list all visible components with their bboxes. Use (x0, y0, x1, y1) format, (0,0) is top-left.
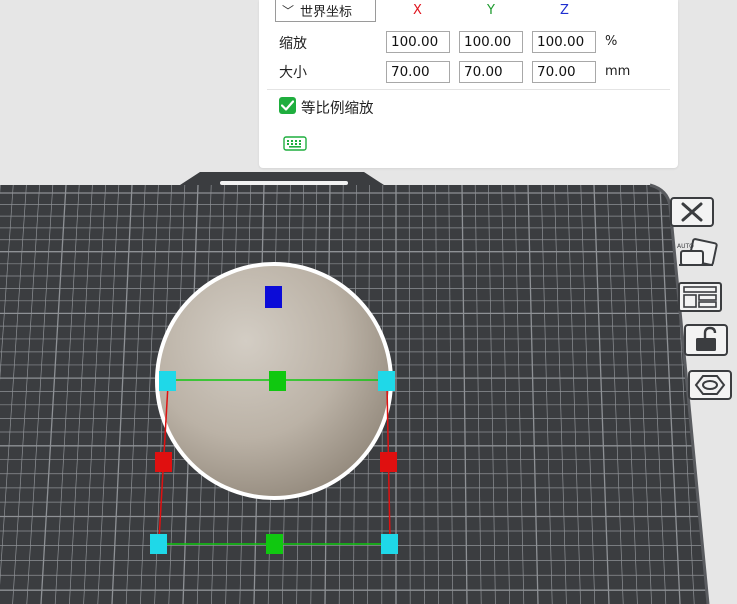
handle-cyan-bottom-left (150, 534, 167, 554)
uniform-scale-checkbox[interactable] (279, 97, 296, 114)
handle-cyan-top-left (159, 371, 176, 391)
lock-icon[interactable] (683, 323, 729, 356)
z-handle-blue (265, 286, 282, 308)
plate-notch-highlight (220, 181, 348, 185)
axis-label-x: X (413, 3, 422, 18)
scale-panel: ﹀ 世界坐标 X Y Z 缩放 % 大小 mm 等比例缩放 (259, 0, 678, 168)
handle-red-right (380, 452, 397, 472)
handle-green-bottom-center (266, 534, 283, 554)
scale-x-field[interactable] (386, 31, 450, 53)
chevron-down-icon: ﹀ (281, 4, 294, 18)
svg-text:AUTO: AUTO (677, 243, 694, 250)
axis-label-y: Y (487, 3, 495, 18)
uniform-scale-label[interactable]: 等比例缩放 (301, 97, 374, 118)
auto-arrange-icon[interactable]: AUTO (673, 237, 719, 269)
scale-y-field[interactable] (459, 31, 523, 53)
handle-green-top-center (269, 371, 286, 391)
coordinate-system-dropdown[interactable]: ﹀ 世界坐标 (275, 0, 376, 22)
panel-divider (267, 89, 670, 90)
keyboard-icon[interactable] (283, 135, 307, 152)
scale-z-field[interactable] (532, 31, 596, 53)
checkmark-icon (281, 100, 294, 111)
layout-icon[interactable] (677, 281, 723, 313)
size-z-field[interactable] (532, 61, 596, 83)
coordinate-system-label: 世界坐标 (300, 5, 353, 20)
close-icon[interactable] (669, 196, 715, 228)
hexagon-icon[interactable] (687, 369, 733, 401)
handle-cyan-bottom-right (381, 534, 398, 554)
scale-unit: % (605, 34, 618, 49)
scale-row-label: 缩放 (279, 36, 307, 52)
size-unit: mm (605, 64, 631, 79)
handle-red-left (155, 452, 172, 472)
size-y-field[interactable] (459, 61, 523, 83)
handle-cyan-top-right (378, 371, 395, 391)
size-row-label: 大小 (279, 65, 307, 81)
axis-label-z: Z (560, 3, 569, 18)
size-x-field[interactable] (386, 61, 450, 83)
